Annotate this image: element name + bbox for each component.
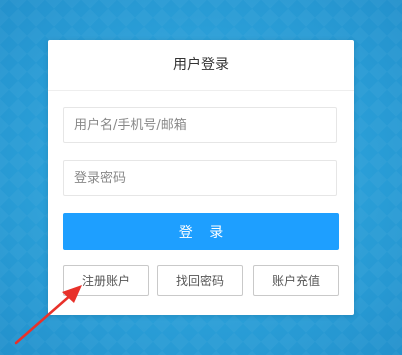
register-button[interactable]: 注册账户 [63,265,149,296]
login-button[interactable]: 登 录 [63,213,339,250]
username-input[interactable] [63,107,337,143]
recharge-button[interactable]: 账户充值 [253,265,339,296]
password-input[interactable] [63,160,337,196]
login-title: 用户登录 [48,40,354,91]
forgot-password-button[interactable]: 找回密码 [157,265,243,296]
login-panel: 用户登录 登 录 注册账户 找回密码 账户充值 [48,40,354,315]
